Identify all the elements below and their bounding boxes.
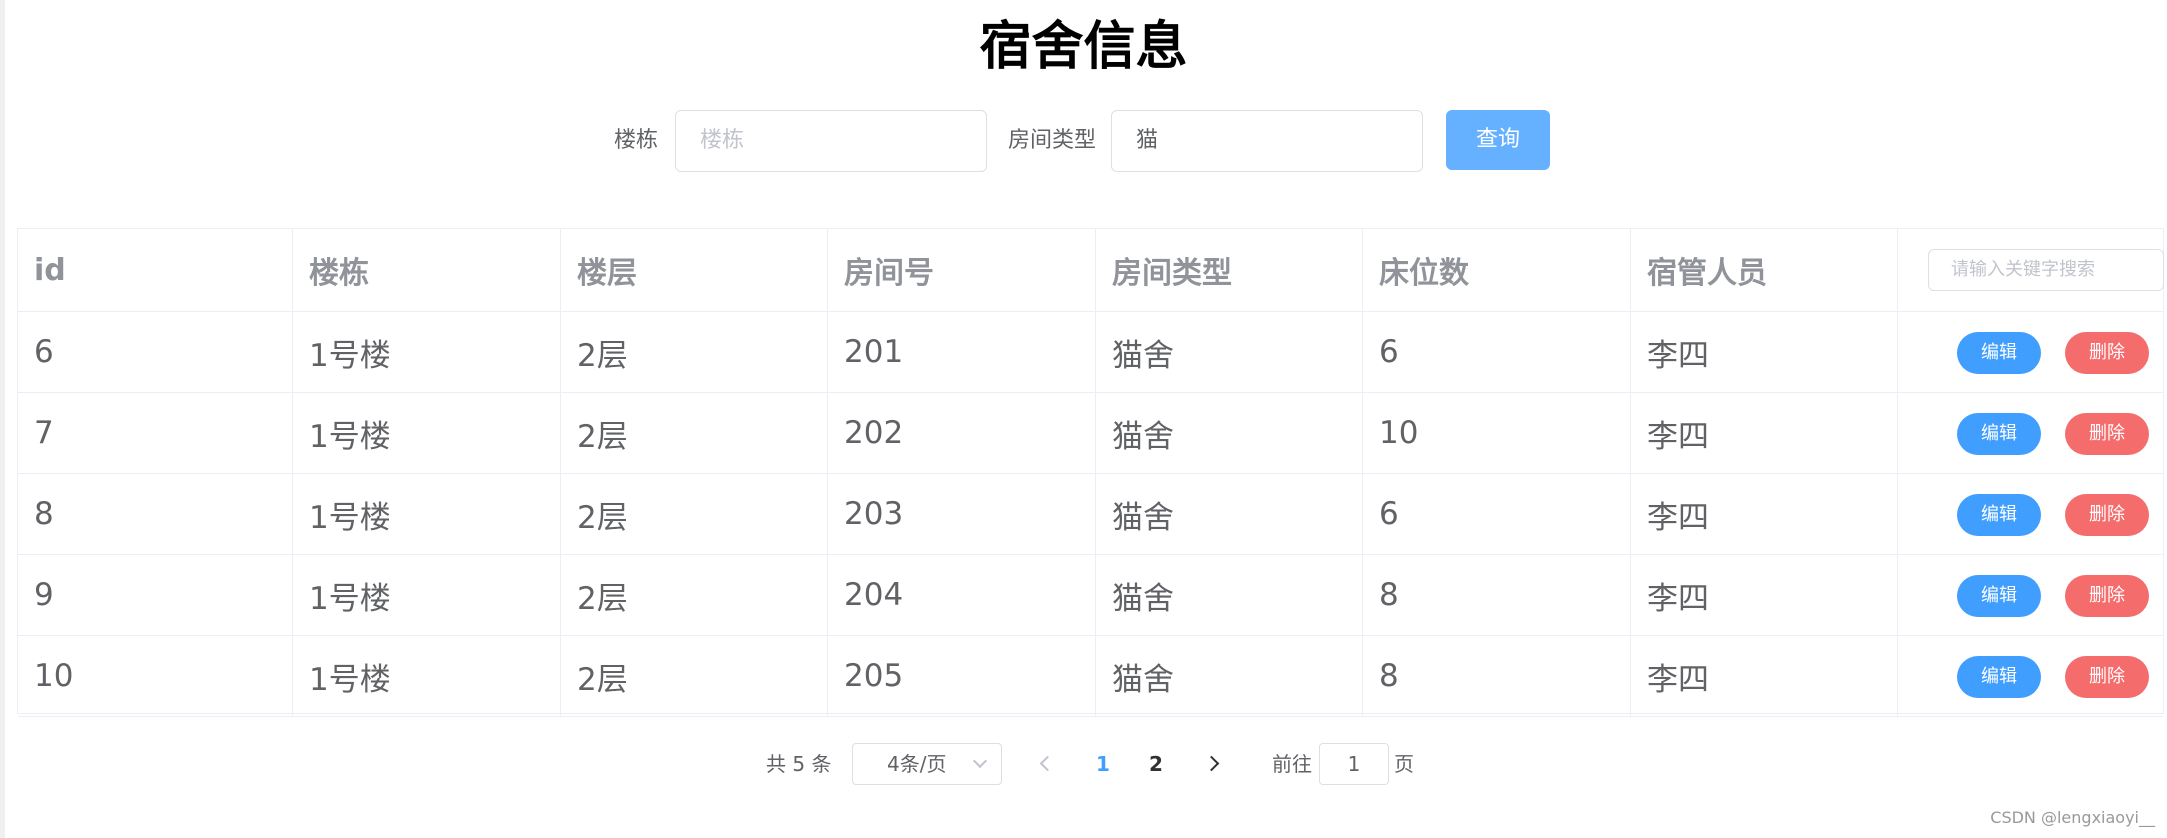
table-cell-房间号: 203 (828, 474, 1096, 554)
row-actions: 编辑 删除 (1898, 393, 2163, 473)
next-page-button[interactable] (1200, 743, 1230, 785)
table-cell-宿管人员: 李四 (1631, 555, 1898, 635)
table-cell-id: 10 (18, 636, 293, 716)
dorm-table: id 楼栋 楼层 房间号 房间类型 床位数 宿管人员 请输入关键字搜索 6 1号楼 2层 201 猫舍… (17, 228, 2164, 717)
edit-button[interactable]: 编辑 (1957, 494, 2041, 536)
table-cell-楼栋: 1号楼 (293, 393, 561, 473)
goto-page-input[interactable]: 1 (1319, 743, 1389, 785)
room-type-input[interactable]: 猫 (1111, 110, 1423, 172)
table-cell-id: 9 (18, 555, 293, 635)
table-cell-楼层: 2层 (561, 555, 828, 635)
table-cell-房间号: 202 (828, 393, 1096, 473)
table-cell-楼栋: 1号楼 (293, 555, 561, 635)
delete-button[interactable]: 删除 (2065, 656, 2149, 698)
table-cell-房间类型: 猫舍 (1096, 474, 1363, 554)
table-cell-楼栋: 1号楼 (293, 636, 561, 716)
column-header: 床位数 (1363, 229, 1631, 311)
row-actions: 编辑 删除 (1898, 636, 2163, 716)
table-cell-床位数: 8 (1363, 555, 1631, 635)
table-cell-id: 7 (18, 393, 293, 473)
chevron-down-icon (972, 753, 988, 769)
pagination: 共 5 条 4条/页 1 2 前往 1 页 (0, 743, 2167, 785)
table-cell-房间类型: 猫舍 (1096, 555, 1363, 635)
table-cell-床位数: 6 (1363, 312, 1631, 392)
delete-button[interactable]: 删除 (2065, 413, 2149, 455)
table-cell-宿管人员: 李四 (1631, 474, 1898, 554)
table-row: 9 1号楼 2层 204 猫舍 8 李四 编辑 删除 (18, 555, 2163, 636)
table-cell-宿管人员: 李四 (1631, 393, 1898, 473)
column-header: 房间号 (828, 229, 1096, 311)
edit-button[interactable]: 编辑 (1957, 575, 2041, 617)
delete-button[interactable]: 删除 (2065, 575, 2149, 617)
table-cell-宿管人员: 李四 (1631, 312, 1898, 392)
prev-page-button[interactable] (1030, 743, 1060, 785)
table-row: 8 1号楼 2层 203 猫舍 6 李四 编辑 删除 (18, 474, 2163, 555)
table-search-input[interactable]: 请输入关键字搜索 (1928, 249, 2164, 291)
pagination-total: 共 5 条 (766, 752, 832, 776)
table-cell-id: 6 (18, 312, 293, 392)
search-form: 楼栋 楼栋 房间类型 猫 查询 (0, 110, 2167, 172)
page-number-2[interactable]: 2 (1141, 743, 1171, 785)
chevron-right-icon (1203, 755, 1220, 772)
query-button[interactable]: 查询 (1446, 110, 1550, 170)
table-cell-房间号: 204 (828, 555, 1096, 635)
table-header: id 楼栋 楼层 房间号 房间类型 床位数 宿管人员 请输入关键字搜索 (18, 229, 2164, 312)
page-size-value: 4条/页 (887, 752, 947, 776)
table-cell-宿管人员: 李四 (1631, 636, 1898, 716)
table-cell-楼层: 2层 (561, 636, 828, 716)
page-title: 宿舍信息 (979, 17, 1188, 77)
delete-button[interactable]: 删除 (2065, 494, 2149, 536)
table-cell-床位数: 6 (1363, 474, 1631, 554)
table-cell-id: 8 (18, 474, 293, 554)
table-row: 6 1号楼 2层 201 猫舍 6 李四 编辑 删除 (18, 312, 2163, 393)
page-size-select[interactable]: 4条/页 (852, 743, 1002, 785)
table-cell-房间号: 201 (828, 312, 1096, 392)
delete-button[interactable]: 删除 (2065, 332, 2149, 374)
room-type-label: 房间类型 (1008, 128, 1097, 153)
table-cell-房间类型: 猫舍 (1096, 636, 1363, 716)
building-label: 楼栋 (614, 128, 659, 153)
table-cell-楼层: 2层 (561, 393, 828, 473)
table-cell-房间类型: 猫舍 (1096, 393, 1363, 473)
table-row: 10 1号楼 2层 205 猫舍 8 李四 编辑 删除 (18, 636, 2163, 717)
chevron-left-icon (1039, 755, 1056, 772)
row-actions: 编辑 删除 (1898, 555, 2163, 635)
goto-page-suffix: 页 (1394, 752, 1414, 776)
table-cell-房间类型: 猫舍 (1096, 312, 1363, 392)
edit-button[interactable]: 编辑 (1957, 413, 2041, 455)
column-header: 楼层 (561, 229, 828, 311)
column-header: 宿管人员 (1631, 229, 1898, 311)
table-cell-楼栋: 1号楼 (293, 474, 561, 554)
goto-label: 前往 (1272, 752, 1312, 776)
column-header: 楼栋 (293, 229, 561, 311)
edit-button[interactable]: 编辑 (1957, 656, 2041, 698)
row-actions: 编辑 删除 (1898, 474, 2163, 554)
table-cell-床位数: 8 (1363, 636, 1631, 716)
table-cell-床位数: 10 (1363, 393, 1631, 473)
table-cell-楼层: 2层 (561, 312, 828, 392)
row-actions: 编辑 删除 (1898, 312, 2163, 392)
actions-column-header: 请输入关键字搜索 (1898, 229, 2164, 311)
page-number-1[interactable]: 1 (1088, 743, 1118, 785)
table-row: 7 1号楼 2层 202 猫舍 10 李四 编辑 删除 (18, 393, 2163, 474)
table-cell-楼层: 2层 (561, 474, 828, 554)
column-header: 房间类型 (1096, 229, 1363, 311)
watermark: CSDN @lengxiaoyi__ (1990, 808, 2155, 827)
table-cell-房间号: 205 (828, 636, 1096, 716)
column-header: id (18, 229, 293, 311)
table-cell-楼栋: 1号楼 (293, 312, 561, 392)
building-input[interactable]: 楼栋 (675, 110, 987, 172)
edit-button[interactable]: 编辑 (1957, 332, 2041, 374)
